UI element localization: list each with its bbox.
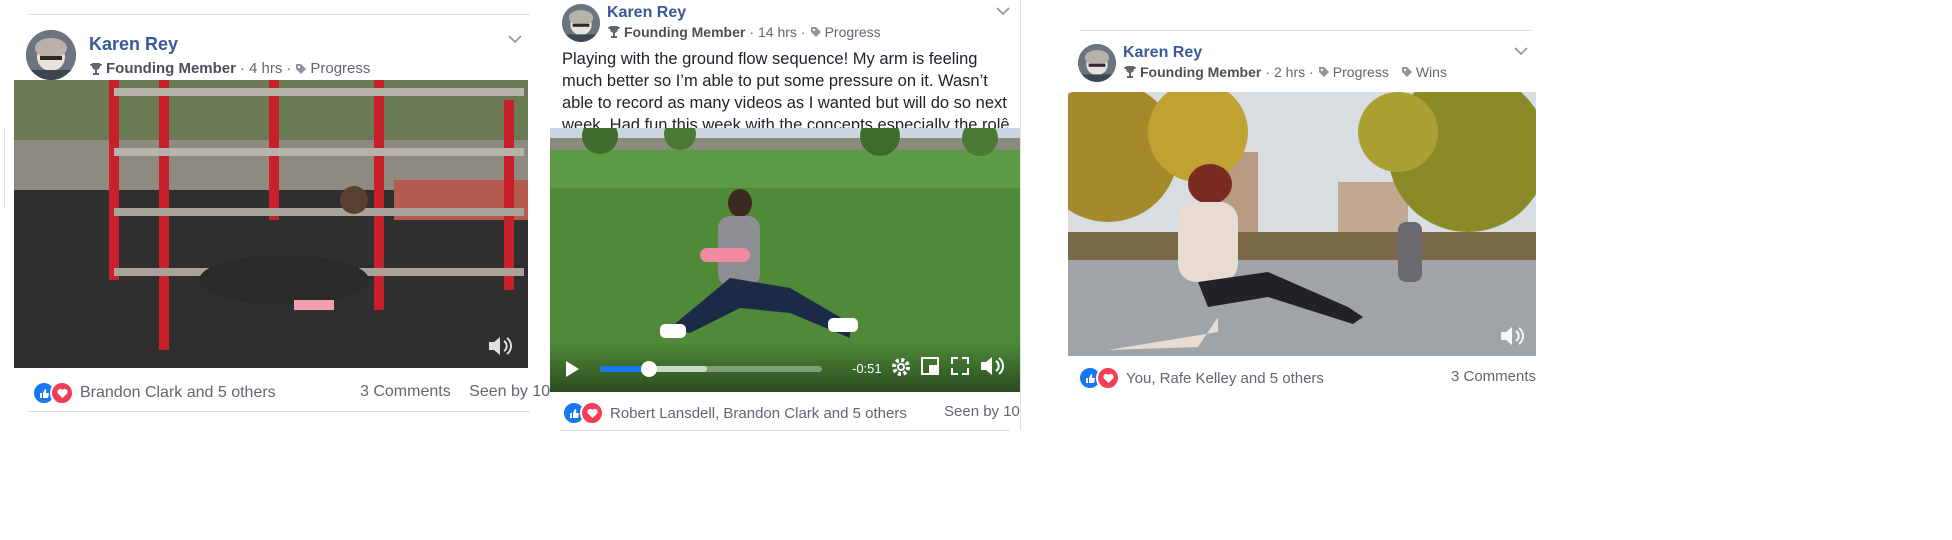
post-meta: Founding Member · 4 hrs · Progress xyxy=(89,60,370,77)
avatar[interactable] xyxy=(1078,44,1116,82)
volume-icon[interactable] xyxy=(1498,324,1526,348)
post-stats: 3 Comments Seen by 10 xyxy=(360,383,550,401)
post-card-2: Karen Rey Founding Member · 14 hrs · Pro… xyxy=(550,0,1020,540)
avatar[interactable] xyxy=(562,4,600,42)
reactions-text[interactable]: Brandon Clark and 5 others xyxy=(80,384,276,402)
reactions-summary[interactable]: Brandon Clark and 5 others xyxy=(32,381,276,405)
comments-count[interactable]: 3 Comments xyxy=(1451,368,1536,385)
topic-tag[interactable]: Progress xyxy=(810,24,881,40)
fullscreen-icon[interactable] xyxy=(950,356,970,376)
post-time[interactable]: 14 hrs xyxy=(758,24,797,40)
tag-label: Progress xyxy=(310,60,371,77)
separator: · xyxy=(800,24,806,40)
seen-count[interactable]: Seen by 10 xyxy=(469,383,550,400)
trophy-icon xyxy=(1124,66,1136,78)
video-frame xyxy=(14,80,528,368)
chevron-down-icon[interactable] xyxy=(508,34,522,44)
topic-tag[interactable]: Wins xyxy=(1401,64,1447,80)
reactions-text[interactable]: You, Rafe Kelley and 5 others xyxy=(1126,370,1324,387)
footer-divider xyxy=(28,411,530,412)
trophy-icon xyxy=(608,26,620,38)
separator: · xyxy=(286,60,292,77)
volume-icon[interactable] xyxy=(978,354,1006,378)
volume-icon[interactable] xyxy=(486,334,514,358)
post-card-1: Karen Rey Founding Member · 4 hrs · Prog… xyxy=(14,0,550,540)
author-name[interactable]: Karen Rey xyxy=(1123,44,1202,62)
column-separator xyxy=(1020,0,1021,430)
separator: · xyxy=(749,24,754,40)
author-name[interactable]: Karen Rey xyxy=(89,34,178,55)
seen-count[interactable]: Seen by 10 xyxy=(944,403,1020,420)
video-time-remaining: -0:51 xyxy=(852,361,882,376)
post-top-border xyxy=(28,14,530,15)
video-frame xyxy=(1068,92,1536,356)
tag-label: Wins xyxy=(1415,64,1447,80)
video-controls: -0:51 xyxy=(550,342,1020,392)
separator: · xyxy=(1309,64,1314,80)
member-badge[interactable]: Founding Member xyxy=(624,24,745,40)
topic-tag[interactable]: Progress xyxy=(295,60,370,77)
seek-handle[interactable] xyxy=(640,361,657,377)
comments-count[interactable]: 3 Comments xyxy=(360,383,451,400)
trophy-icon xyxy=(90,62,102,75)
chevron-down-icon[interactable] xyxy=(1514,46,1528,56)
post-top-border xyxy=(1080,30,1532,31)
footer-divider xyxy=(560,430,1010,431)
video-player[interactable] xyxy=(1068,92,1536,356)
post-time[interactable]: 4 hrs xyxy=(249,60,282,77)
post-time[interactable]: 2 hrs xyxy=(1274,64,1305,80)
picture-in-picture-icon[interactable] xyxy=(920,356,940,376)
tag-icon xyxy=(1401,67,1412,77)
tag-icon xyxy=(296,63,307,74)
separator: · xyxy=(240,60,245,77)
post-meta: Founding Member · 14 hrs · Progress xyxy=(607,24,881,40)
post-card-3: Karen Rey Founding Member · 2 hrs · Prog… xyxy=(1068,0,1538,540)
author-name[interactable]: Karen Rey xyxy=(607,4,686,22)
video-player[interactable]: -0:51 xyxy=(550,128,1020,392)
reactions-summary[interactable]: You, Rafe Kelley and 5 others xyxy=(1078,366,1324,390)
separator: · xyxy=(1265,64,1270,80)
reactions-text[interactable]: Robert Lansdell, Brandon Clark and 5 oth… xyxy=(610,405,907,422)
member-badge[interactable]: Founding Member xyxy=(1140,64,1261,80)
avatar[interactable] xyxy=(26,30,76,80)
tag-label: Progress xyxy=(824,24,881,40)
reactions-summary[interactable]: Robert Lansdell, Brandon Clark and 5 oth… xyxy=(562,401,907,425)
gear-icon[interactable] xyxy=(890,356,912,378)
post-meta: Founding Member · 2 hrs · Progress Wins xyxy=(1123,64,1447,80)
member-badge[interactable]: Founding Member xyxy=(106,60,236,77)
topic-tag[interactable]: Progress xyxy=(1318,64,1389,80)
love-icon xyxy=(50,381,74,405)
tag-icon xyxy=(1318,67,1329,77)
play-icon[interactable] xyxy=(564,360,580,378)
video-player[interactable] xyxy=(14,80,528,368)
chevron-down-icon[interactable] xyxy=(996,6,1010,16)
post-stats: 3 Comments xyxy=(1451,368,1536,385)
love-icon xyxy=(1096,366,1120,390)
page-edge xyxy=(0,128,5,208)
post-stats: Seen by 10 xyxy=(944,403,1020,420)
love-icon xyxy=(580,401,604,425)
seek-bar[interactable] xyxy=(600,361,822,377)
tag-label: Progress xyxy=(1332,64,1389,80)
tag-icon xyxy=(810,27,821,37)
